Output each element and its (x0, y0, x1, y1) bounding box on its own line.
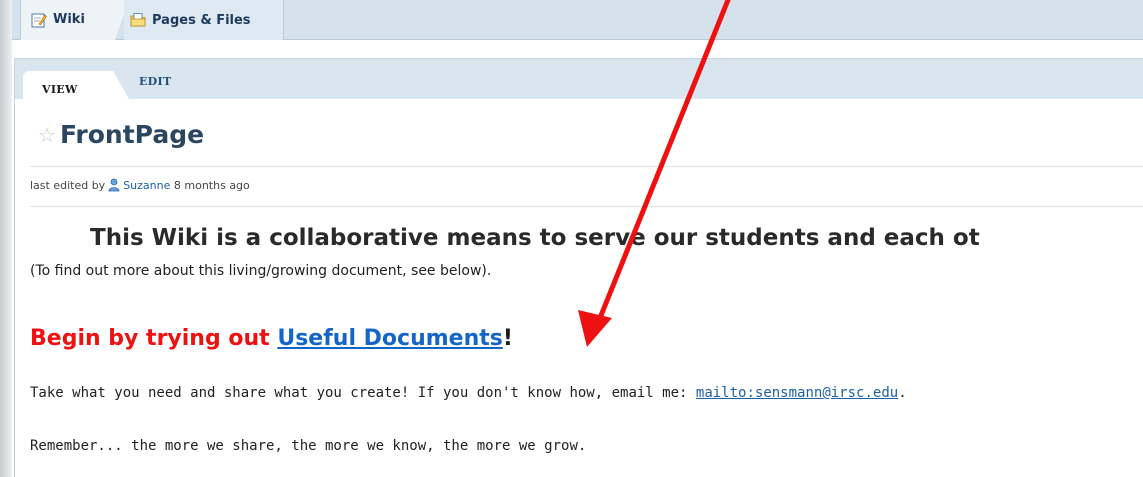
page-title-text: FrontPage (59, 120, 205, 149)
remember-line: Remember... the more we share, the more … (30, 438, 587, 454)
tab-wiki[interactable]: Wiki (20, 0, 129, 40)
begin-heading: Begin by trying out Useful Documents! (30, 326, 513, 351)
meta-user-link[interactable]: Suzanne (123, 179, 170, 192)
window-left-shadow (0, 0, 12, 477)
folder-page-icon (130, 12, 146, 28)
tab-pages-and-files[interactable]: Pages & Files (124, 0, 284, 40)
meta-suffix: 8 months ago (173, 178, 250, 192)
email-link[interactable]: mailto:sensmann@irsc.edu (696, 385, 898, 401)
meta-prefix: last edited by (30, 178, 106, 192)
take-line-text: Take what you need and share what you cr… (30, 385, 688, 401)
pencil-page-icon (31, 12, 47, 28)
title-divider (30, 166, 1143, 167)
page-title: ☆ FrontPage (38, 120, 204, 149)
wiki-subnote: (To find out more about this living/grow… (30, 263, 492, 279)
useful-documents-link[interactable]: Useful Documents (277, 326, 503, 351)
meta-divider (30, 206, 1143, 207)
user-icon (108, 178, 120, 192)
tab-pages-label: Pages & Files (152, 12, 251, 28)
take-line-end: . (898, 385, 907, 401)
tab-edit[interactable]: EDIT (139, 69, 199, 97)
top-tab-bar: Wiki Pages & Files (12, 0, 1143, 40)
begin-heading-text: Begin by trying out (30, 326, 270, 351)
tab-view[interactable]: VIEW (23, 71, 113, 99)
tab-wiki-label: Wiki (53, 12, 85, 27)
star-icon[interactable]: ☆ (38, 123, 56, 147)
take-what-you-need-line: Take what you need and share what you cr… (30, 385, 907, 401)
last-edited-meta: last edited by Suzanne 8 months ago (30, 178, 250, 192)
wiki-headline: This Wiki is a collaborative means to se… (90, 225, 980, 251)
page-mode-tab-bar: VIEW EDIT (15, 59, 1143, 99)
begin-heading-exclamation: ! (502, 326, 513, 351)
